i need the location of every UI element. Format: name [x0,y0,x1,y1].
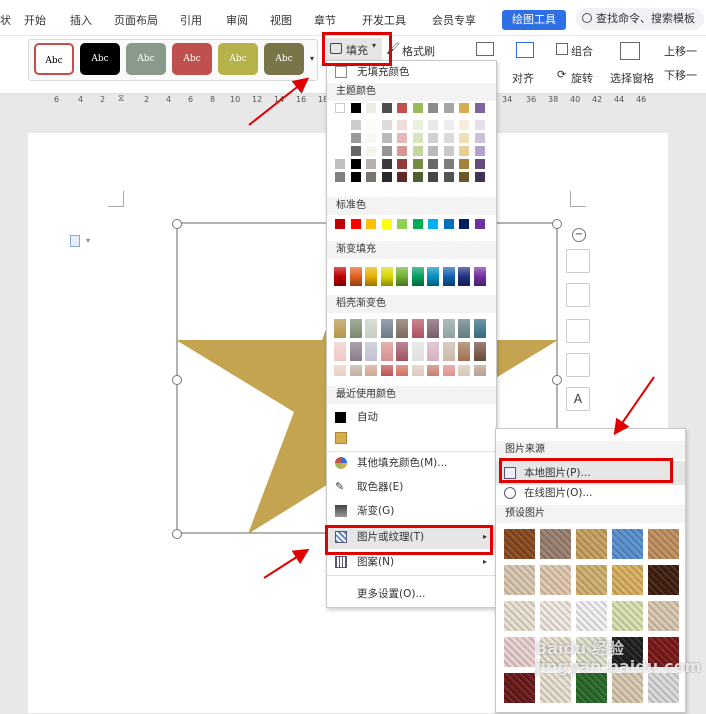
watermark: Baidu 经验 jingyan.baidu.com [535,639,702,676]
arrow-to-fill [248,77,310,126]
arrow-to-local-picture [613,376,655,436]
arrow-to-picture-texture [263,548,310,579]
annotation-arrows [248,77,655,579]
